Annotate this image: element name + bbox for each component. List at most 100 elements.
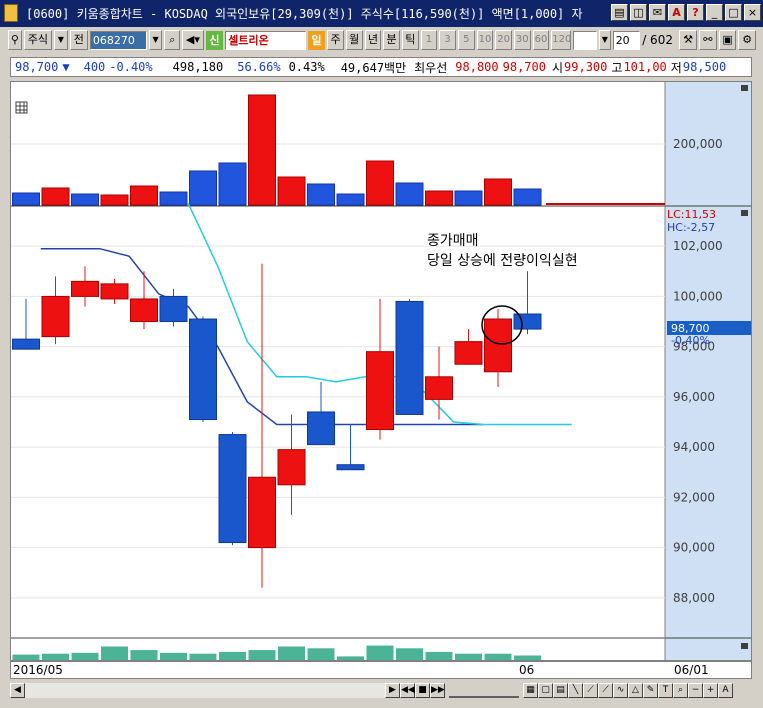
high-label: 고 [611,60,623,75]
line-tool-icon[interactable]: ╲ [568,682,583,698]
interval-dropdown-icon[interactable]: ▼ [598,30,611,50]
minimize-button[interactable]: _ [706,4,723,21]
panel-close-icon[interactable] [741,643,748,649]
high-price: 101,00 [623,60,667,74]
period-month-button[interactable]: 월 [345,30,363,50]
zoom-out-icon[interactable]: − [688,682,703,698]
layout-icon[interactable]: ▤ [611,4,628,21]
interval-10[interactable]: 10 [476,30,494,50]
code-dropdown-icon[interactable]: ▼ [148,30,163,50]
volume-bar [130,185,158,206]
candle-body [454,341,483,365]
turnover-bar [71,652,99,660]
rewind-icon[interactable]: ◀◀ [400,682,415,698]
turnover-bar [396,648,423,660]
interval-input[interactable] [573,30,597,50]
volume-bar [307,183,335,206]
grid-icon[interactable] [15,101,28,114]
interval-3[interactable]: 3 [439,30,456,50]
auto-scale-icon[interactable]: A [718,682,733,698]
title-buttons: ▤ ◫ ✉ A ? _ □ × [611,4,761,21]
search-icon[interactable]: ⌕ [164,30,181,50]
window-title: [0600] 키움종합차트 - KOSDAQ 외국인보유[29,309(천)] … [26,7,583,21]
chevron-down-icon[interactable]: ▼ [53,30,68,50]
close-button[interactable]: × [744,4,761,21]
window-icon[interactable]: ◫ [630,4,647,21]
turnover-bar [484,653,512,660]
image-icon[interactable]: ▣ [718,30,737,50]
turnover-bar [12,654,40,660]
period-week-button[interactable]: 주 [327,30,344,50]
scroll-track[interactable] [25,682,385,698]
pattern-icon[interactable]: ▤ [553,682,568,698]
scroll-left-icon[interactable]: ◀ [10,682,25,698]
panel-close-icon[interactable] [741,85,748,91]
interval-20[interactable]: 20 [495,30,512,50]
turnover-bar [160,652,187,660]
credit-badge: 신 [205,30,224,50]
candle-body [425,376,453,400]
mail-icon[interactable]: ✉ [649,4,666,21]
help-icon[interactable]: ? [687,4,704,21]
interval-30[interactable]: 30 [513,30,531,50]
volume-bar [484,178,512,206]
interval-120[interactable]: 120 [551,30,571,50]
volume-bar [100,194,129,206]
volume-bar [41,187,70,206]
quote-bar: 98,700 ▼ 400 -0.40% 498,180 56.66% 0.43%… [10,57,752,77]
trend-icon[interactable]: ⟋ [583,682,598,698]
panel-close-icon[interactable] [741,210,748,216]
speaker-icon[interactable]: ◀▾ [182,30,204,50]
play-icon[interactable]: ▶ [385,682,400,698]
open-price: 99,300 [564,60,608,74]
interval-60[interactable]: 60 [532,30,550,50]
chart-window: [0600] 키움종합차트 - KOSDAQ 외국인보유[29,309(천)] … [0,0,763,708]
turnover-bar [130,650,158,660]
speed-slider[interactable] [449,683,519,698]
toolbar: ⚲ 주식 ▼ 전 068270 ▼ ⌕ ◀▾ 신 셀트리온 일 주 월 년 분 … [8,28,757,52]
volume-bar [277,176,306,206]
candle-body [336,464,365,471]
scroll-bar: ◀ ▶ ◀◀ ■ ▶▶ ▦ ▢ ▤ ╲ ⟋ ⟋ ∿ △ ✎ T ⌕ − + A [10,681,752,699]
y-tick-label: 94,000 [673,440,715,454]
count-input[interactable]: 20 [612,30,641,50]
period-minute-button[interactable]: 분 [383,30,400,50]
pin-icon[interactable]: ⚲ [8,30,22,50]
window-icon[interactable]: ▢ [538,682,553,698]
tool-icon[interactable]: ⚒ [679,30,698,50]
link-icon[interactable]: ⚯ [699,30,717,50]
interval-5[interactable]: 5 [457,30,475,50]
turnover-bar [337,656,364,660]
fan-icon[interactable]: ⟋ [598,682,613,698]
period-tick-button[interactable]: 틱 [401,30,419,50]
type-selector[interactable]: 주식 [23,30,52,50]
font-icon[interactable]: A [668,4,685,21]
maximize-button[interactable]: □ [725,4,742,21]
code-input[interactable]: 068270 [89,30,147,50]
shape-icon[interactable]: △ [628,682,643,698]
price-chart[interactable]: 200,000102,000100,00098,00096,00094,0009… [11,82,751,660]
interval-1[interactable]: 1 [420,30,438,50]
turnover-bar [455,653,482,660]
volume-bar [513,188,542,206]
settings-icon[interactable]: ⚙ [738,30,757,50]
candle-body [366,351,394,431]
low-label: 저 [670,60,682,75]
stop-icon[interactable]: ■ [415,682,430,698]
chart-area[interactable]: 200,000 102,000 100,000 98,000 96,000 94,000 9… [10,81,752,661]
all-button[interactable]: 전 [69,30,88,50]
zoom-icon[interactable]: ⌕ [673,682,688,698]
draw-icon[interactable]: ✎ [643,682,658,698]
period-year-button[interactable]: 년 [364,30,382,50]
fast-forward-icon[interactable]: ▶▶ [430,682,445,698]
candle-body [12,338,40,350]
zoom-in-icon[interactable]: + [703,682,718,698]
pct-tag: -0.40% [671,334,710,347]
candle-body [248,476,276,549]
wave-icon[interactable]: ∿ [613,682,628,698]
text-icon[interactable]: T [658,682,673,698]
candle-body [513,313,542,330]
layout-icon[interactable]: ▦ [523,682,538,698]
period-day-button[interactable]: 일 [307,30,326,50]
candle-body [307,411,335,446]
